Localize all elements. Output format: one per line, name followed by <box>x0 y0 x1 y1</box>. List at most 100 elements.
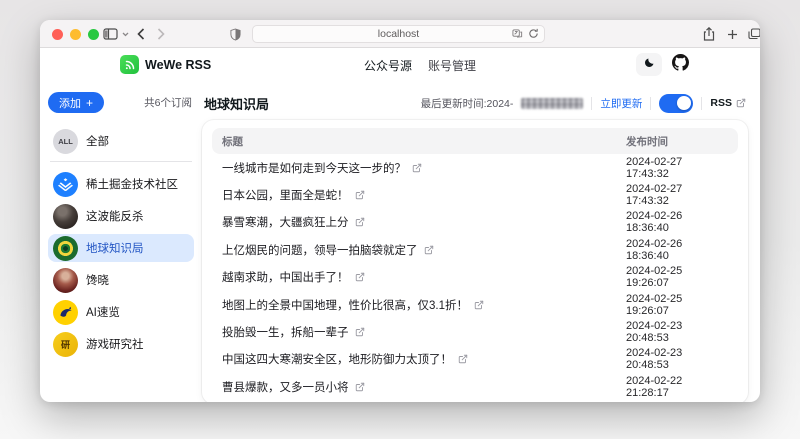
dark-mode-toggle-button[interactable] <box>636 53 662 76</box>
article-link[interactable]: 上亿烟民的问题，领导一拍脑袋就定了 <box>222 242 626 258</box>
publish-time: 2024-02-23 20:48:53 <box>626 320 728 344</box>
new-tab-icon[interactable] <box>727 25 738 43</box>
share-icon[interactable] <box>703 25 715 43</box>
avatar-photo <box>53 204 78 229</box>
sidebar-item-all[interactable]: ALL 全部 <box>48 127 194 155</box>
sidebar-item-label: 这波能反杀 <box>86 208 144 224</box>
column-header-title: 标题 <box>222 134 626 149</box>
feed-title: 地球知识局 <box>204 94 269 113</box>
avatar-dolphin <box>53 300 78 325</box>
articles-table: 标题 发布时间 一线城市是如何走到今天这一步的？ 2024-02-27 17:4… <box>202 120 748 402</box>
publish-time: 2024-02-26 18:36:40 <box>626 210 728 234</box>
table-row: 地图上的全景中国地理，性价比很高，仅3.1折！ 2024-02-25 19:26… <box>212 291 738 318</box>
last-update-label: 最后更新时间:2024- <box>421 96 514 111</box>
sidebar-item-label: AI速览 <box>86 304 120 320</box>
sidebar-item-aisulan[interactable]: AI速览 <box>48 298 194 326</box>
article-link[interactable]: 地图上的全景中国地理，性价比很高，仅3.1折！ <box>222 297 626 313</box>
avatar-all: ALL <box>53 129 78 154</box>
external-link-icon <box>355 272 365 282</box>
table-row: 中国这四大寒潮安全区，地形防御力太顶了！ 2024-02-23 20:48:53 <box>212 346 738 373</box>
publish-time: 2024-02-26 18:36:40 <box>626 238 728 262</box>
article-link[interactable]: 投胎毁一生，拆船一辈子 <box>222 324 626 340</box>
external-link-icon <box>412 163 422 173</box>
avatar-game: 研 <box>53 332 78 357</box>
publish-time: 2024-02-25 19:26:07 <box>626 265 728 289</box>
feed-enabled-toggle[interactable] <box>659 94 693 113</box>
forward-button[interactable] <box>157 25 165 43</box>
page-translate-icon[interactable] <box>512 28 523 42</box>
sidebar-item-chanxiao[interactable]: 馋晓 <box>48 266 194 294</box>
avatar-globe <box>53 236 78 261</box>
app-brand[interactable]: WeWe RSS <box>120 55 211 74</box>
sidebar-item-juejin[interactable]: 稀土掘金技术社区 <box>48 170 194 198</box>
subscription-count: 共6个订阅 <box>144 95 192 110</box>
sidebar-item-label: 游戏研究社 <box>86 336 144 352</box>
table-row: 投胎毁一生，拆船一辈子 2024-02-23 20:48:53 <box>212 318 738 345</box>
publish-time: 2024-02-27 17:43:32 <box>626 156 728 180</box>
subscription-sidebar: 添加 + 共6个订阅 ALL 全部 稀土掘金技术社区 <box>48 92 194 401</box>
publish-time: 2024-02-23 20:48:53 <box>626 347 728 371</box>
table-row: 上亿烟民的问题，领导一拍脑袋就定了 2024-02-26 18:36:40 <box>212 236 738 263</box>
nav-item-sources[interactable]: 公众号源 <box>364 57 412 74</box>
feed-panel: 地球知识局 最后更新时间:2024- 立即更新 RSS <box>202 92 748 401</box>
external-link-icon <box>458 354 468 364</box>
article-link[interactable]: 中国这四大寒潮安全区，地形防御力太顶了！ <box>222 351 626 367</box>
table-row: 暴雪寒潮，大疆疯狂上分 2024-02-26 18:36:40 <box>212 209 738 236</box>
add-subscription-button[interactable]: 添加 + <box>48 92 104 113</box>
external-link-icon <box>355 382 365 392</box>
browser-toolbar: localhost <box>40 20 760 48</box>
table-header: 标题 发布时间 <box>212 128 738 154</box>
plus-icon: + <box>86 97 93 109</box>
publish-time: 2024-02-27 17:43:32 <box>626 183 728 207</box>
tab-overview-icon[interactable] <box>748 25 760 43</box>
avatar-juejin <box>53 172 78 197</box>
external-link-icon <box>355 217 365 227</box>
reload-icon[interactable] <box>528 28 539 42</box>
sidebar-item-youyanshe[interactable]: 研 游戏研究社 <box>48 330 194 358</box>
table-row: 日本公园，里面全是蛇！ 2024-02-27 17:43:32 <box>212 181 738 208</box>
chevron-down-icon[interactable] <box>122 25 129 43</box>
address-bar-url: localhost <box>378 28 419 40</box>
nav-item-accounts[interactable]: 账号管理 <box>428 57 476 74</box>
rss-link[interactable]: RSS <box>710 97 746 109</box>
app-header: WeWe RSS 公众号源 账号管理 <box>40 48 760 82</box>
avatar-photo <box>53 268 78 293</box>
table-row: 一线城市是如何走到今天这一步的？ 2024-02-27 17:43:32 <box>212 154 738 181</box>
back-button[interactable] <box>137 25 145 43</box>
update-now-link[interactable]: 立即更新 <box>600 96 642 111</box>
external-link-icon <box>474 300 484 310</box>
wewe-rss-logo-icon <box>120 55 139 74</box>
redacted-timestamp <box>521 98 583 109</box>
sidebar-item-label: 馋晓 <box>86 272 109 288</box>
address-bar[interactable]: localhost <box>252 25 545 43</box>
moon-icon <box>643 56 655 74</box>
table-row: 越南求助，中国出手了！ 2024-02-25 19:26:07 <box>212 264 738 291</box>
minimize-window-button[interactable] <box>70 29 81 40</box>
browser-window: localhost <box>40 20 760 402</box>
external-link-icon <box>355 190 365 200</box>
github-link-icon[interactable] <box>672 54 689 76</box>
article-link[interactable]: 一线城市是如何走到今天这一步的？ <box>222 160 626 176</box>
article-link[interactable]: 暴雪寒潮，大疆疯狂上分 <box>222 214 626 230</box>
sidebar-item-diqiu-selected[interactable]: 地球知识局 <box>48 234 194 262</box>
sidebar-item-label: 全部 <box>86 133 109 149</box>
table-row: 曹县爆款，又多一员小将 2024-02-22 21:28:17 <box>212 373 738 400</box>
article-link[interactable]: 越南求助，中国出手了！ <box>222 269 626 285</box>
close-window-button[interactable] <box>52 29 63 40</box>
sidebar-item-label: 地球知识局 <box>86 240 144 256</box>
publish-time: 2024-02-25 19:26:07 <box>626 293 728 317</box>
external-link-icon <box>736 98 746 108</box>
sidebar-item-zhebo[interactable]: 这波能反杀 <box>48 202 194 230</box>
sidebar-divider <box>50 161 192 162</box>
top-nav: 公众号源 账号管理 <box>364 48 476 82</box>
app-name: WeWe RSS <box>145 58 211 72</box>
article-link[interactable]: 曹县爆款，又多一员小将 <box>222 379 626 395</box>
sidebar-item-label: 稀土掘金技术社区 <box>86 176 178 192</box>
privacy-shield-icon[interactable] <box>230 25 241 43</box>
column-header-time: 发布时间 <box>626 134 728 149</box>
sidebar-toggle-icon[interactable] <box>103 25 118 43</box>
article-link[interactable]: 日本公园，里面全是蛇！ <box>222 187 626 203</box>
external-link-icon <box>424 245 434 255</box>
external-link-icon <box>355 327 365 337</box>
zoom-window-button[interactable] <box>88 29 99 40</box>
